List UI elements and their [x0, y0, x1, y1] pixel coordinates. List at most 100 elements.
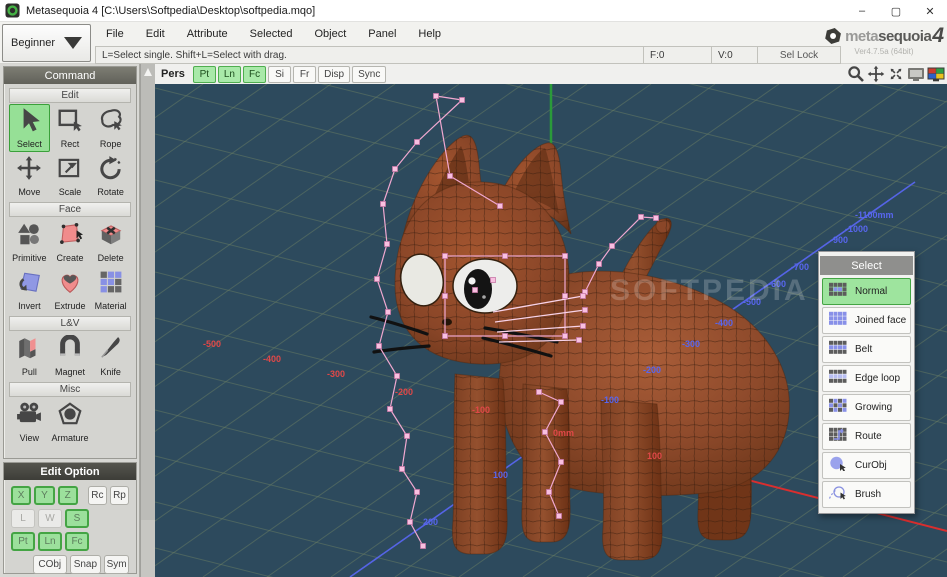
- tool-label: Pull: [22, 367, 37, 377]
- rect-select-icon: [57, 107, 83, 138]
- tool-label: Armature: [51, 433, 88, 443]
- select-mode-growing[interactable]: Growing: [822, 394, 911, 421]
- maximize-button[interactable]: ▢: [879, 0, 913, 22]
- tool-invert-button[interactable]: Invert: [9, 266, 50, 314]
- edit-option-sym-toggle[interactable]: Sym: [104, 555, 129, 574]
- command-panel: Command EditSelectRectRopeMoveScaleRotat…: [3, 66, 137, 459]
- svg-text:-200: -200: [643, 365, 661, 375]
- tool-label: Rope: [100, 139, 122, 149]
- tool-label: Select: [17, 139, 42, 149]
- select-panel-title: Select: [820, 256, 913, 275]
- invert-icon: [16, 269, 42, 300]
- menu-edit[interactable]: Edit: [135, 24, 176, 44]
- viewport-canvas[interactable]: -500-400-300-200-1000mm100-1100mm-1000-9…: [155, 84, 947, 577]
- tool-create-button[interactable]: Create: [50, 218, 91, 266]
- edit-option-x-toggle[interactable]: X: [11, 486, 31, 505]
- tool-material-button[interactable]: Material: [90, 266, 131, 314]
- edit-option-cobj-toggle[interactable]: CObj: [33, 555, 67, 574]
- tool-armature-button[interactable]: Armature: [50, 398, 91, 446]
- select-mode-edge-loop[interactable]: Edge loop: [822, 365, 911, 392]
- svg-text:100: 100: [647, 451, 662, 461]
- tool-move-button[interactable]: Move: [9, 152, 50, 200]
- brush-icon: [828, 485, 848, 505]
- edit-option-rc-toggle[interactable]: Rc: [88, 486, 107, 505]
- menu-help[interactable]: Help: [407, 24, 452, 44]
- chevron-down-icon: [64, 37, 82, 49]
- edit-option-ln-toggle[interactable]: Ln: [38, 532, 62, 551]
- edit-option-y-toggle[interactable]: Y: [34, 486, 54, 505]
- menu-selected[interactable]: Selected: [239, 24, 304, 44]
- tool-scale-button[interactable]: Scale: [50, 152, 91, 200]
- toggle-fc[interactable]: Fc: [243, 66, 266, 83]
- tool-view-button[interactable]: View: [9, 398, 50, 446]
- quad-view-icon[interactable]: [927, 65, 945, 83]
- minimize-button[interactable]: –: [845, 0, 879, 22]
- tool-label: Magnet: [55, 367, 85, 377]
- pan-icon[interactable]: [867, 65, 885, 83]
- view-camera-icon: [16, 401, 42, 432]
- select-mode-route[interactable]: Route: [822, 423, 911, 450]
- edit-option-pt-toggle[interactable]: Pt: [11, 532, 35, 551]
- orbit-icon[interactable]: [887, 65, 905, 83]
- toggle-pt[interactable]: Pt: [193, 66, 216, 83]
- tool-label: Rotate: [97, 187, 124, 197]
- select-mode-brush[interactable]: Brush: [822, 481, 911, 508]
- magnifier-icon[interactable]: [847, 65, 865, 83]
- edit-option-l-toggle[interactable]: L: [11, 509, 35, 528]
- edit-option-panel: Edit Option XYZRcRpLWSPtLnFcCObjSnapSym: [3, 462, 137, 574]
- edit-option-w-toggle[interactable]: W: [38, 509, 62, 528]
- svg-text:-100: -100: [601, 395, 619, 405]
- select-mode-curobj[interactable]: CurObj: [822, 452, 911, 479]
- edit-option-snap-toggle[interactable]: Snap: [70, 555, 102, 574]
- edit-option-fc-toggle[interactable]: Fc: [65, 532, 89, 551]
- brand-meta: meta: [845, 28, 878, 45]
- select-mode-panel: Select NormalJoined faceBeltEdge loopGro…: [818, 251, 915, 514]
- sidebar-splitter[interactable]: [140, 64, 155, 577]
- title-bar: Metasequoia 4 [C:\Users\Softpedia\Deskto…: [0, 0, 947, 22]
- edit-option-s-toggle[interactable]: S: [65, 509, 89, 528]
- toggle-fr[interactable]: Fr: [293, 66, 316, 83]
- menu-file[interactable]: File: [95, 24, 135, 44]
- select-mode-belt[interactable]: Belt: [822, 336, 911, 363]
- grid-joined-icon: [828, 311, 848, 331]
- version-text: Ver4.7.5a (64bit): [824, 47, 944, 56]
- section-title-face: Face: [9, 202, 131, 217]
- grid-normal-icon: [828, 282, 848, 302]
- toggle-si[interactable]: Si: [268, 66, 291, 83]
- menu-attribute[interactable]: Attribute: [176, 24, 239, 44]
- face-count: F:0: [643, 46, 712, 64]
- edit-option-rp-toggle[interactable]: Rp: [110, 486, 129, 505]
- mode-selector-dropdown[interactable]: Beginner: [2, 24, 91, 62]
- toggle-disp[interactable]: Disp: [318, 66, 350, 83]
- toggle-sync[interactable]: Sync: [352, 66, 386, 83]
- select-mode-joined-face[interactable]: Joined face: [822, 307, 911, 334]
- tool-delete-button[interactable]: Delete: [90, 218, 131, 266]
- tool-label: Material: [95, 301, 127, 311]
- tool-rope-button[interactable]: Rope: [90, 104, 131, 152]
- metasequoia-window: Metasequoia 4 [C:\Users\Softpedia\Deskto…: [0, 0, 947, 577]
- tool-label: Extrude: [54, 301, 85, 311]
- close-button[interactable]: ✕: [913, 0, 947, 22]
- material-icon: [98, 269, 124, 300]
- tool-rotate-button[interactable]: Rotate: [90, 152, 131, 200]
- tool-rect-button[interactable]: Rect: [50, 104, 91, 152]
- tool-select-button[interactable]: Select: [9, 104, 50, 152]
- command-panel-title: Command: [4, 67, 136, 84]
- rope-select-icon: [98, 107, 124, 138]
- tool-label: Scale: [59, 187, 82, 197]
- tool-magnet-button[interactable]: Magnet: [50, 332, 91, 380]
- edit-option-z-toggle[interactable]: Z: [58, 486, 78, 505]
- menu-object[interactable]: Object: [303, 24, 357, 44]
- splitter-collapse-icon[interactable]: [144, 68, 152, 76]
- select-mode-normal[interactable]: Normal: [822, 278, 911, 305]
- left-sidebar: Command EditSelectRectRopeMoveScaleRotat…: [0, 64, 140, 577]
- menu-panel[interactable]: Panel: [357, 24, 407, 44]
- tool-knife-button[interactable]: Knife: [90, 332, 131, 380]
- svg-text:-700: -700: [791, 262, 809, 272]
- tool-primitive-button[interactable]: Primitive: [9, 218, 50, 266]
- single-view-icon[interactable]: [907, 65, 925, 83]
- select-mode-label: Route: [855, 431, 882, 442]
- tool-extrude-button[interactable]: Extrude: [50, 266, 91, 314]
- toggle-ln[interactable]: Ln: [218, 66, 241, 83]
- tool-pull-button[interactable]: Pull: [9, 332, 50, 380]
